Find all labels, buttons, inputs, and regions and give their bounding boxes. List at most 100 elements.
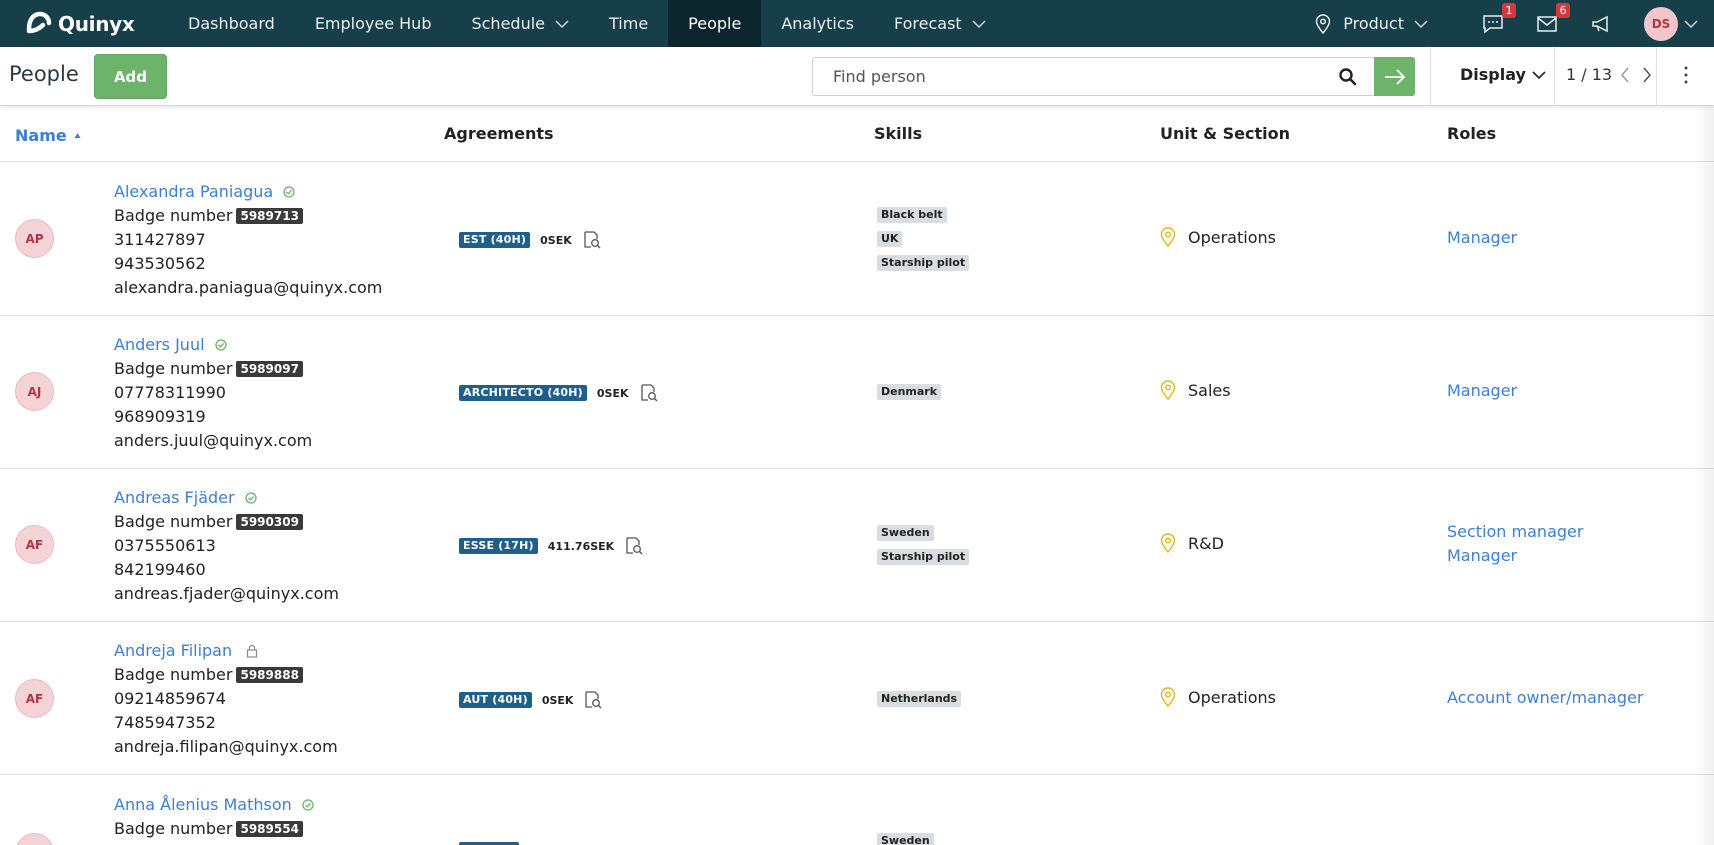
column-header-skills[interactable]: Skills (874, 124, 922, 143)
skills-cell: Black belt UK Starship pilot (877, 207, 970, 279)
toolbar-divider (1554, 47, 1555, 106)
agreement-tag[interactable]: ARCHITECTO (40H) (459, 385, 587, 401)
badge-label: Badge number (114, 512, 233, 531)
mail-count-badge: 6 (1556, 2, 1570, 18)
document-search-icon[interactable] (583, 690, 603, 710)
table-row[interactable]: AF Andreas Fjäder Badge number 5990309 03… (0, 469, 1714, 622)
person-avatar: AF (15, 525, 54, 564)
nav-schedule[interactable]: Schedule (451, 0, 589, 47)
person-name: Anders Juul (114, 335, 205, 354)
role-link[interactable]: Manager (1447, 226, 1517, 250)
user-menu[interactable]: DS (1644, 6, 1698, 41)
person-name-link[interactable]: Alexandra Paniagua (114, 180, 382, 204)
agreement-cell: ESSE (17H) 411.76SEK (459, 536, 644, 556)
column-header-roles[interactable]: Roles (1447, 124, 1496, 143)
email-address: andreas.fjader@quinyx.com (114, 584, 339, 603)
skill-tag: Starship pilot (877, 549, 970, 565)
display-dropdown[interactable]: Display (1460, 65, 1546, 84)
chevron-down-icon (1684, 19, 1698, 28)
role-link[interactable]: Section manager (1447, 520, 1583, 544)
unit-cell: Sales (1160, 380, 1231, 400)
badge-label: Badge number (114, 665, 233, 684)
location-pin-icon (1160, 533, 1176, 553)
nav-dashboard[interactable]: Dashboard (168, 0, 295, 47)
column-header-name[interactable]: Name (15, 126, 81, 145)
badge-line: Badge number 5989713 (114, 204, 382, 228)
agreement-salary: 0SEK (596, 386, 629, 400)
skills-cell: Sweden Starship pilot (877, 525, 970, 573)
mail-button[interactable]: 6 (1536, 2, 1570, 35)
table-row[interactable]: AJ Anders Juul Badge number 5989097 07778… (0, 316, 1714, 469)
column-header-agreements[interactable]: Agreements (444, 124, 554, 143)
person-name: Andreas Fjäder (114, 488, 235, 507)
nav-label: People (688, 14, 742, 33)
skill-tag: UK (877, 231, 903, 247)
toolbar-divider (1656, 47, 1657, 106)
search-go-button[interactable] (1374, 57, 1415, 96)
skill-tag: Netherlands (877, 691, 962, 707)
chevron-down-icon (1414, 19, 1428, 28)
document-search-icon[interactable] (582, 230, 602, 250)
email-address: alexandra.paniagua@quinyx.com (114, 278, 383, 297)
nav-people[interactable]: People (668, 0, 762, 47)
agreement-tag[interactable]: EST (40H) (459, 232, 531, 248)
roles-cell: Manager (1447, 379, 1517, 403)
product-selector[interactable]: Product (1315, 13, 1440, 34)
search-box (812, 57, 1375, 96)
phone-number: 0375550613 (114, 536, 216, 555)
add-button[interactable]: Add (94, 54, 167, 99)
role-link[interactable]: Manager (1447, 379, 1517, 403)
person-name-link[interactable]: Andreja Filipan (114, 639, 338, 663)
phone-number: 07778311990 (114, 383, 226, 402)
person-name-link[interactable]: Anders Juul (114, 333, 312, 357)
check-circle-icon (302, 799, 314, 811)
quinyx-logo[interactable]: Quinyx (26, 0, 168, 47)
nav-analytics[interactable]: Analytics (761, 0, 874, 47)
agreement-tag[interactable]: AUT (40H) (459, 692, 532, 708)
nav-right: Product 1 6 DS (1315, 0, 1714, 47)
pager-label: 1 / 13 (1566, 65, 1613, 84)
person-name-link[interactable]: Andreas Fjäder (114, 486, 339, 510)
nav-label: Employee Hub (314, 14, 432, 33)
column-header-unit-section[interactable]: Unit & Section (1160, 124, 1290, 143)
sort-ascending-icon (74, 132, 81, 138)
table-row[interactable]: AF Andreja Filipan Badge number 5989888 0… (0, 622, 1714, 775)
chevron-right-icon[interactable] (1642, 67, 1652, 83)
badge-number: 5989097 (236, 361, 303, 377)
role-link[interactable]: Manager (1447, 544, 1583, 568)
arrow-right-icon (1384, 68, 1405, 85)
table-row[interactable]: AP Alexandra Paniagua Badge number 598971… (0, 163, 1714, 316)
more-options-icon[interactable] (1683, 65, 1689, 85)
check-circle-icon (244, 492, 257, 504)
role-link[interactable]: Account owner/manager (1447, 686, 1643, 710)
chevron-down-icon (555, 19, 569, 28)
nav-label: Analytics (781, 14, 854, 33)
location-pin-icon (1315, 13, 1331, 34)
chevron-left-icon[interactable] (1620, 67, 1630, 83)
person-name: Anna Ålenius Mathson (114, 795, 292, 814)
location-pin-icon (1160, 687, 1176, 707)
search-icon[interactable] (1338, 67, 1358, 87)
table-row[interactable]: Anna Ålenius Mathson Badge number 5989554… (0, 776, 1714, 845)
messages-button[interactable]: 1 (1482, 2, 1516, 35)
badge-line: Badge number 5990309 (114, 510, 339, 534)
nav-forecast[interactable]: Forecast (874, 0, 1006, 47)
unit-cell: R&D (1160, 533, 1224, 553)
scroll-shadow (1694, 106, 1714, 845)
nav-employee-hub[interactable]: Employee Hub (295, 0, 452, 47)
person-name-link[interactable]: Anna Ålenius Mathson (114, 793, 314, 817)
skill-tag: Black belt (877, 207, 947, 223)
badge-number: 5989888 (236, 667, 303, 683)
document-search-icon[interactable] (624, 536, 644, 556)
display-label: Display (1460, 65, 1526, 84)
agreement-tag[interactable]: ESSE (17H) (459, 538, 538, 554)
person-info: Andreas Fjäder Badge number 5990309 03755… (114, 486, 339, 606)
announcements-button[interactable] (1590, 13, 1612, 35)
phone-number: 968909319 (114, 407, 206, 426)
check-circle-icon (214, 339, 227, 351)
phone-number: 09214859674 (114, 689, 226, 708)
document-search-icon[interactable] (639, 383, 659, 403)
search-input[interactable] (813, 67, 1338, 86)
nav-time[interactable]: Time (589, 0, 668, 47)
person-info: Andreja Filipan Badge number 5989888 0921… (114, 639, 338, 759)
